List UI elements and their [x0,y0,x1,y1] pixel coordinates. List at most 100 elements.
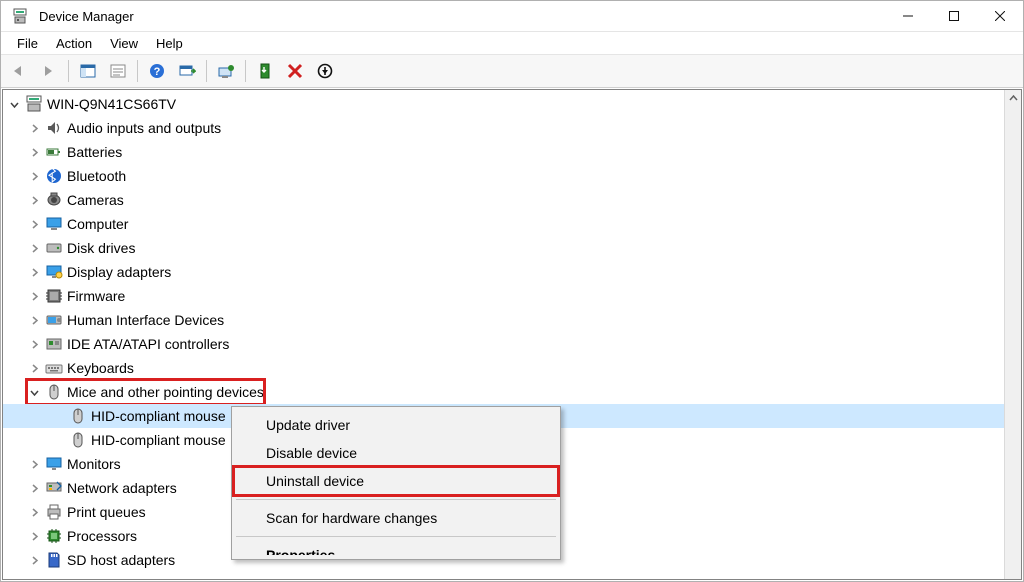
forward-button[interactable] [35,58,63,84]
tree-item-label: IDE ATA/ATAPI controllers [67,336,229,352]
ctx-uninstall-device[interactable]: Uninstall device [234,467,558,495]
back-button[interactable] [5,58,33,84]
hid-icon [45,311,63,329]
tree-item-label: Mice and other pointing devices [67,384,264,400]
sd-icon [45,551,63,569]
chevron-right-icon[interactable] [27,529,41,543]
chevron-right-icon[interactable] [27,217,41,231]
chevron-right-icon[interactable] [27,289,41,303]
chevron-right-icon[interactable] [27,121,41,135]
ctx-update-driver[interactable]: Update driver [234,411,558,439]
device-tree[interactable]: WIN-Q9N41CS66TV Audio inputs and outputs B… [2,89,1022,580]
menu-file[interactable]: File [9,34,46,53]
tree-item-label: Audio inputs and outputs [67,120,221,136]
show-hide-tree-button[interactable] [74,58,102,84]
tree-item[interactable]: Firmware [3,284,1021,308]
chevron-right-icon[interactable] [27,193,41,207]
ctx-properties[interactable]: Properties [234,541,558,555]
toolbar: ? [1,55,1023,88]
toolbar-separator [245,60,246,82]
tree-item-label: Cameras [67,192,124,208]
app-icon [11,7,29,25]
tree-root[interactable]: WIN-Q9N41CS66TV [3,92,1021,116]
tree-item-label: Batteries [67,144,122,160]
tree-item[interactable]: Bluetooth [3,164,1021,188]
help-button[interactable]: ? [143,58,171,84]
title-bar: Device Manager [1,1,1023,32]
camera-icon [45,191,63,209]
tree-item-label: HID-compliant mouse [91,432,226,448]
mouse-icon [69,407,87,425]
ctx-scan-hardware[interactable]: Scan for hardware changes [234,504,558,532]
tree-item[interactable]: IDE ATA/ATAPI controllers [3,332,1021,356]
menu-help[interactable]: Help [148,34,191,53]
tree-root-label: WIN-Q9N41CS66TV [47,96,176,112]
menu-view[interactable]: View [102,34,146,53]
chevron-right-icon[interactable] [27,481,41,495]
ctx-separator [236,499,556,500]
minimize-button[interactable] [885,1,931,32]
tree-item-label: Processors [67,528,137,544]
device-manager-window: Device Manager File Action View Help [0,0,1024,582]
scan-hardware-button[interactable] [173,58,201,84]
chevron-right-icon[interactable] [27,145,41,159]
tree-item-label: Bluetooth [67,168,126,184]
tree-item[interactable]: Audio inputs and outputs [3,116,1021,140]
tree-item[interactable]: Human Interface Devices [3,308,1021,332]
spacer [51,409,65,423]
ctx-disable-device[interactable]: Disable device [234,439,558,467]
tree-item-label: Print queues [67,504,146,520]
tree-item[interactable]: Computer [3,212,1021,236]
tree-item-label: Firmware [67,288,125,304]
ide-icon [45,335,63,353]
chevron-down-icon[interactable] [7,97,21,111]
chevron-right-icon[interactable] [27,457,41,471]
tree-item[interactable]: Batteries [3,140,1021,164]
toolbar-separator [68,60,69,82]
tree-item-label: Computer [67,216,128,232]
uninstall-device-button[interactable] [281,58,309,84]
chevron-right-icon[interactable] [27,361,41,375]
firmware-icon [45,287,63,305]
maximize-button[interactable] [931,1,977,32]
tree-item[interactable]: Display adapters [3,260,1021,284]
network-icon [45,479,63,497]
disk-icon [45,239,63,257]
tree-item[interactable]: Mice and other pointing devices [3,380,1021,404]
computer-icon [25,95,43,113]
toolbar-separator [137,60,138,82]
chevron-down-icon[interactable] [27,385,41,399]
chevron-right-icon[interactable] [27,241,41,255]
bluetooth-icon [45,167,63,185]
display-icon [45,263,63,281]
mouse-icon [45,383,63,401]
tree-item-label: Keyboards [67,360,134,376]
tree-item[interactable]: Cameras [3,188,1021,212]
menu-action[interactable]: Action [48,34,100,53]
menu-bar: File Action View Help [1,32,1023,55]
spacer [51,433,65,447]
close-button[interactable] [977,1,1023,32]
enable-device-button[interactable] [251,58,279,84]
tree-item-label: Network adapters [67,480,177,496]
chevron-right-icon[interactable] [27,337,41,351]
chevron-right-icon[interactable] [27,553,41,567]
context-menu: Update driver Disable device Uninstall d… [231,406,561,560]
printer-icon [45,503,63,521]
audio-icon [45,119,63,137]
vertical-scrollbar[interactable] [1004,90,1021,579]
chevron-right-icon[interactable] [27,505,41,519]
chevron-right-icon[interactable] [27,169,41,183]
disable-device-button[interactable] [311,58,339,84]
update-driver-button[interactable] [212,58,240,84]
svg-text:?: ? [154,66,161,78]
window-title: Device Manager [39,9,134,24]
chevron-right-icon[interactable] [27,265,41,279]
tree-item[interactable]: Disk drives [3,236,1021,260]
cpu-icon [45,527,63,545]
tree-item[interactable]: Keyboards [3,356,1021,380]
chevron-right-icon[interactable] [27,313,41,327]
scroll-up-icon[interactable] [1005,90,1021,107]
toolbar-separator [206,60,207,82]
properties-button[interactable] [104,58,132,84]
